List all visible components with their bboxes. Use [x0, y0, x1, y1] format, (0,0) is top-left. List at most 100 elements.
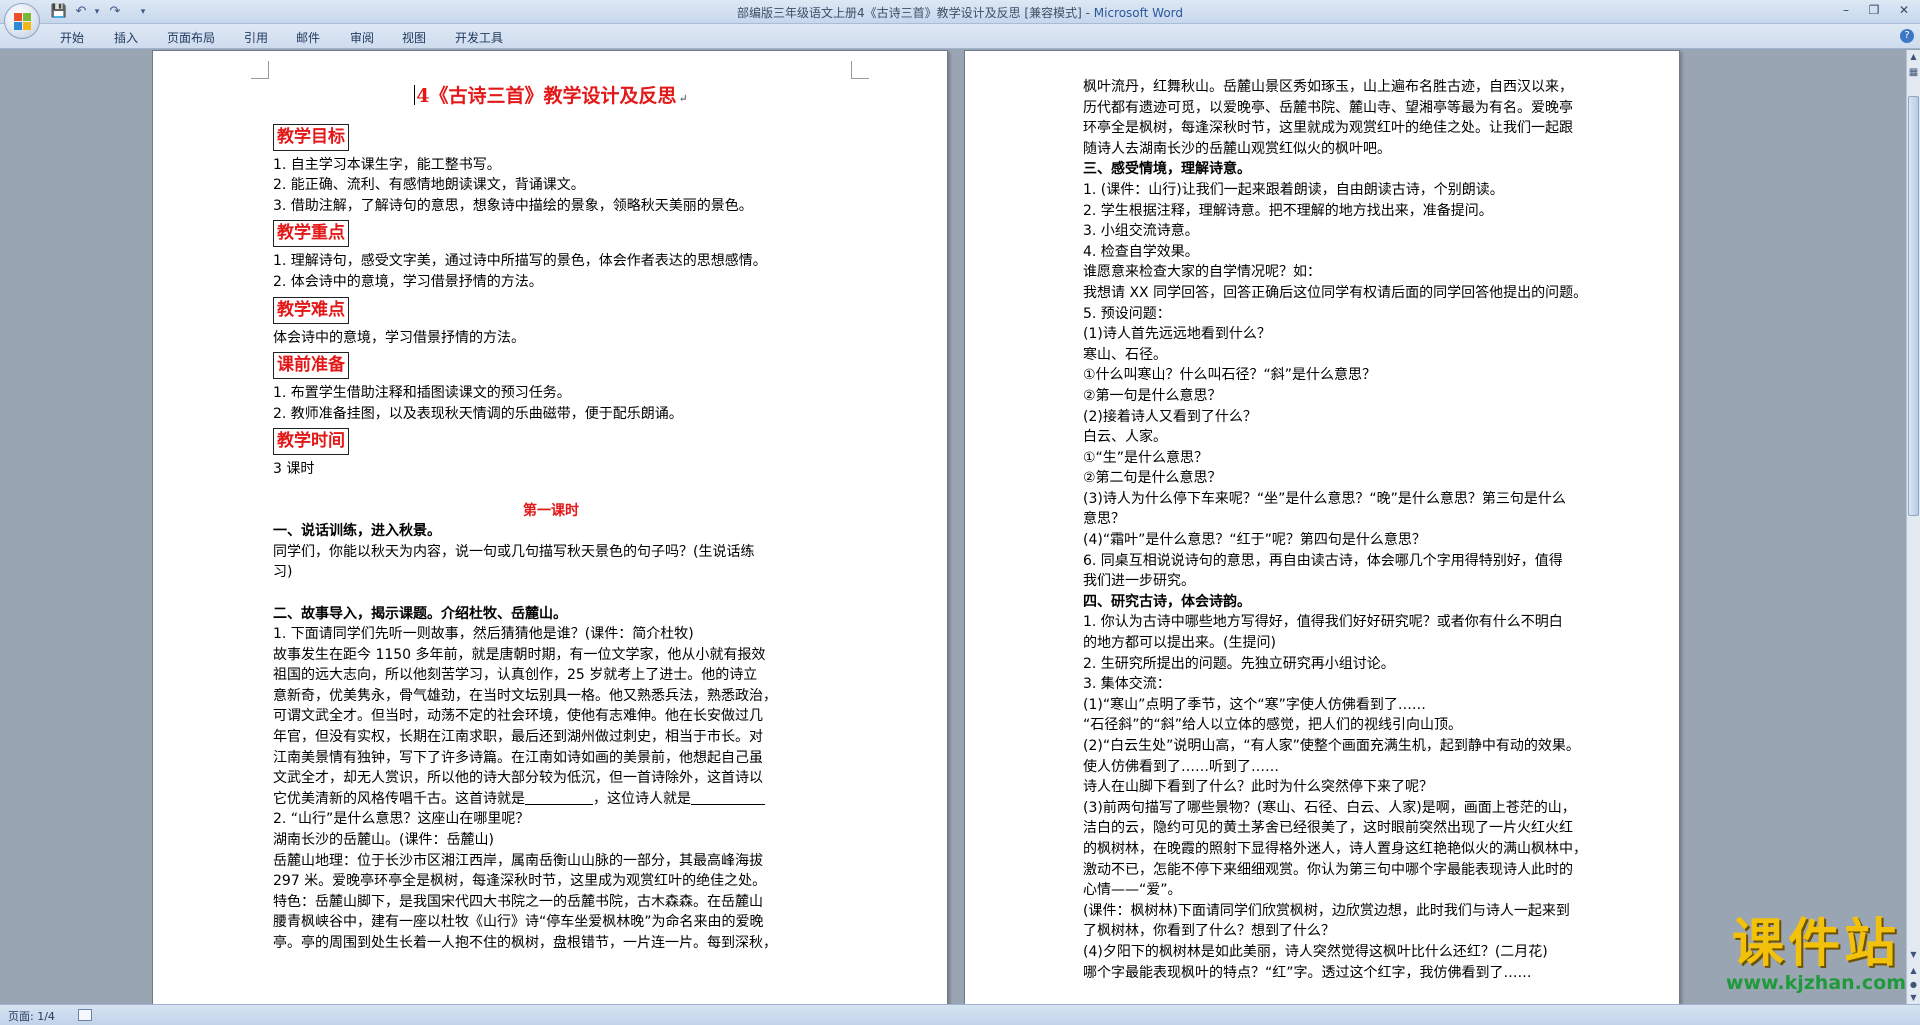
proofing-icon[interactable] [78, 1009, 92, 1021]
page-2-content[interactable]: 枫叶流丹，红舞秋山。岳麓山景区秀如琢玉，山上遍布名胜古迹，自西汉以来， 历代都有遗… [1083, 77, 1645, 983]
paragraph-line: 环亭全是枫树，每逢深秋时节，这里就成为观赏红叶的绝佳之处。让我们一起跟 [1083, 120, 1573, 137]
paragraph-line: 诗人在山脚下看到了什么？此时为什么突然停下来了呢？ [1083, 779, 1433, 796]
paragraph-line: 使人仿佛看到了……听到了…… [1083, 758, 1279, 775]
watermark-text: 课件站 [1731, 914, 1900, 974]
paragraph-line: 的地方都可以提出来。(生提问) [1083, 635, 1276, 652]
watermark: 课件站 www.kjzhan.com [1726, 915, 1906, 993]
section-preparation: 课前准备 1. 布置学生借助注释和插图读课文的预习任务。 2. 教师准备挂图，以… [273, 348, 829, 424]
paragraph-text: 这首诗就是 [455, 790, 525, 807]
page-1: 4《古诗三首》教学设计及反思 ↵ 教学目标 1. 自主学习本课生字，能工整书写。 … [152, 50, 948, 1004]
scroll-up-icon[interactable]: ▲ [1907, 50, 1920, 64]
document-heading: 4《古诗三首》教学设计及反思 ↵ [273, 85, 829, 110]
tab-developer[interactable]: 开发工具 [455, 29, 503, 46]
page-1-content[interactable]: 4《古诗三首》教学设计及反思 ↵ 教学目标 1. 自主学习本课生字，能工整书写。 … [273, 79, 829, 954]
paragraph-text: 它优美清新的风格传唱千古。 [273, 790, 455, 807]
tab-review[interactable]: 审阅 [350, 29, 374, 46]
paragraph-line: (3)诗人为什么停下车来呢？“坐”是什么意思？“晚”是什么意思？第三句是什么 [1083, 490, 1566, 507]
paragraph-line: 年官，但没有实权，长期在江南求职，最后还到湖州做过刺史，相当于市长。对 [273, 729, 763, 746]
crop-mark [251, 61, 269, 79]
paragraph-line: “石径斜”的“斜”给人以立体的感觉，把人们的视线引向山顶。 [1083, 717, 1463, 734]
page-indicator[interactable]: 页面: 1/4 [8, 1008, 55, 1024]
list-item: 1. 理解诗句，感受文字美，通过诗中所描写的景色，体会作者表达的思想感情。 [273, 253, 767, 270]
crop-mark [851, 61, 869, 79]
previous-page-icon[interactable]: ▲ [1907, 964, 1920, 978]
paragraph-line: 5. 预设问题： [1083, 305, 1171, 322]
list-item: 3. 借助注解，了解诗句的意思，想象诗中描绘的景象，领略秋天美丽的景色。 [273, 197, 753, 214]
paragraph-line: 枫叶流丹，红舞秋山。岳麓山景区秀如琢玉，山上遍布名胜古迹，自西汉以来， [1083, 79, 1573, 95]
part-heading: 四、研究古诗，体会诗韵。 [1083, 593, 1251, 610]
paragraph-line: 3. 小组交流诗意。 [1083, 223, 1199, 240]
watermark-url: www.kjzhan.com [1725, 972, 1906, 994]
paragraph-line: ②第一句是什么意思？ [1083, 387, 1222, 404]
scroll-thumb[interactable] [1908, 96, 1919, 516]
tab-insert[interactable]: 插入 [114, 29, 138, 46]
ribbon-tabs: 开始 插入 页面布局 引用 邮件 审阅 视图 开发工具 ? [0, 24, 1920, 49]
paragraph-line: (4)夕阳下的枫树林是如此美丽，诗人突然觉得这枫叶比什么还红？(二月花) [1083, 943, 1548, 960]
paragraph-line: (课件：枫树林)下面请同学们欣赏枫树，边欣赏边想，此时我们与诗人一起来到 [1083, 902, 1570, 919]
section-difficulties: 教学难点 体会诗中的意境，学习借景抒情的方法。 [273, 293, 829, 349]
restore-icon[interactable]: ❐ [1860, 0, 1888, 20]
paragraph-line: 祖国的远大志向，所以他刻苦学习，认真创作，25 岁就考上了进士。他的诗立 [273, 667, 758, 684]
empty-paragraph [273, 583, 829, 604]
paragraph-line: 白云、人家。 [1083, 429, 1167, 446]
section-heading: 教学目标 [273, 123, 349, 151]
tab-mailings[interactable]: 邮件 [296, 29, 320, 46]
empty-paragraph [273, 480, 829, 501]
close-icon[interactable]: ✕ [1890, 0, 1918, 20]
paragraph-line: 岳麓山地理：位于长沙市区湘江西岸，属南岳衡山山脉的一部分，其最高峰海拔 [273, 852, 763, 869]
document-title: 部编版三年级语文上册4《古诗三首》教学设计及反思 [兼容模式] - [736, 6, 1094, 20]
paragraph-mark-icon: ↵ [678, 92, 688, 105]
paragraph-line: 1. (课件：山行)让我们一起来跟着朗读，自由朗读古诗，个别朗读。 [1083, 181, 1504, 198]
office-logo-icon [14, 13, 32, 31]
paragraph-line: 特色：岳麓山脚下，是我国宋代四大书院之一的岳麓书院，古木森森。在岳麓山 [273, 893, 763, 910]
ruler-toggle-icon[interactable]: ▦ [1907, 66, 1920, 80]
paragraph-line: 哪个字最能表现枫叶的特点？“红”字。透过这个红字，我仿佛看到了…… [1083, 964, 1532, 981]
select-browse-object-icon[interactable]: ● [1907, 978, 1920, 992]
paragraph-line: 2. 学生根据注释，理解诗意。把不理解的地方找出来，准备提问。 [1083, 202, 1493, 219]
help-icon[interactable]: ? [1900, 29, 1914, 43]
list-item: 2. 教师准备挂图，以及表现秋天情调的乐曲磁带，便于配乐朗诵。 [273, 405, 683, 422]
section-key-points: 教学重点 1. 理解诗句，感受文字美，通过诗中所描写的景色，体会作者表达的思想感… [273, 216, 829, 292]
paragraph-line: 3. 集体交流： [1083, 676, 1171, 693]
status-bar: 页面: 1/4 [0, 1004, 1920, 1025]
next-page-icon[interactable]: ▼ [1907, 991, 1920, 1005]
paragraph-line: 6. 同桌互相说说诗句的意思，再自由读古诗，体会哪几个字用得特别好，值得 [1083, 552, 1563, 569]
paragraph-line: 2. “山行”是什么意思？这座山在哪里呢？ [273, 811, 530, 828]
paragraph-line: (2)“白云生处”说明山高，“有人家”使整个画面充满生机，起到静中有动的效果。 [1083, 738, 1580, 754]
title-bar: 💾 ↶ ▾ ↷ ▾ 部编版三年级语文上册4《古诗三首》教学设计及反思 [兼容模式… [0, 0, 1920, 24]
paragraph-line: 297 米。爱晚亭环亭全是枫树，每逢深秋时节，这里成为观赏红叶的绝佳之处。 [273, 873, 767, 890]
paragraph-line: 洁白的云，隐约可见的黄土茅舍已经很美了，这时眼前突然出现了一片火红火红 [1083, 820, 1573, 837]
part-heading: 一、说话训练，进入秋景。 [273, 523, 441, 540]
heading-text: 4《古诗三首》教学设计及反思 [416, 85, 677, 107]
paragraph-line: ①“生”是什么意思？ [1083, 449, 1209, 466]
paragraph-line: 的枫树林，在晚霞的照射下显得格外迷人，诗人置身这红艳艳似火的满山枫林中， [1083, 840, 1587, 857]
tab-home[interactable]: 开始 [60, 29, 84, 46]
paragraph-line: 历代都有遗迹可觅，以爱晚亭、岳麓书院、麓山寺、望湘亭等最为有名。爱晚亭 [1083, 99, 1573, 116]
tab-references[interactable]: 引用 [244, 29, 268, 46]
paragraph-line: 意新奇，优美隽永，骨气雄劲，在当时文坛别具一格。他又熟悉兵法，熟悉政治， [273, 687, 777, 704]
list-item: 3 课时 [273, 461, 315, 478]
tab-view[interactable]: 视图 [402, 29, 426, 46]
window-title: 部编版三年级语文上册4《古诗三首》教学设计及反思 [兼容模式] - Micros… [0, 4, 1920, 21]
list-item: 2. 体会诗中的意境，学习借景抒情的方法。 [273, 273, 543, 290]
minimize-icon[interactable]: – [1832, 0, 1860, 20]
fill-blank [691, 791, 765, 805]
paragraph-line: 亭。亭的周围到处生长着一人抱不住的枫树，盘根错节，一片连一片。每到深秋， [273, 935, 777, 951]
list-item: 体会诗中的意境，学习借景抒情的方法。 [273, 329, 525, 346]
office-button[interactable] [4, 3, 40, 39]
lesson-title: 第一课时 [523, 502, 579, 519]
paragraph-line: 故事发生在距今 1150 多年前，就是唐朝时期，有一位文学家，他从小就有报效 [273, 646, 766, 663]
paragraph-line: ②第二句是什么意思？ [1083, 470, 1222, 487]
paragraph-line: 文武全才，却无人赏识，所以他的诗大部分较为低沉，但一首诗除外，这首诗以 [273, 770, 763, 787]
vertical-scrollbar[interactable]: ▲ ▦ ▼ ▲ ● ▼ [1906, 50, 1920, 1004]
paragraph-line: 心情——“爱”。 [1083, 882, 1182, 899]
scroll-down-icon[interactable]: ▼ [1907, 948, 1920, 962]
section-objectives: 教学目标 1. 自主学习本课生字，能工整书写。 2. 能正确、流利、有感情地朗读… [273, 120, 829, 217]
tab-page-layout[interactable]: 页面布局 [167, 29, 215, 46]
paragraph-line: 4. 检查自学效果。 [1083, 243, 1199, 260]
paragraph-line: 可谓文武全才。但当时，动荡不定的社会环境，使他有志难伸。他在长安做过几 [273, 708, 763, 725]
part-heading: 三、感受情境，理解诗意。 [1083, 161, 1251, 178]
paragraph-line: 腰青枫峡谷中，建有一座以杜牧《山行》诗“停车坐爱枫林晚”为命名来由的爱晚 [273, 914, 764, 931]
paragraph-line: (3)前两句描写了哪些景物？(寒山、石径、白云、人家)是啊，画面上苍茫的山， [1083, 799, 1576, 816]
list-item: 1. 布置学生借助注释和插图读课文的预习任务。 [273, 385, 571, 402]
